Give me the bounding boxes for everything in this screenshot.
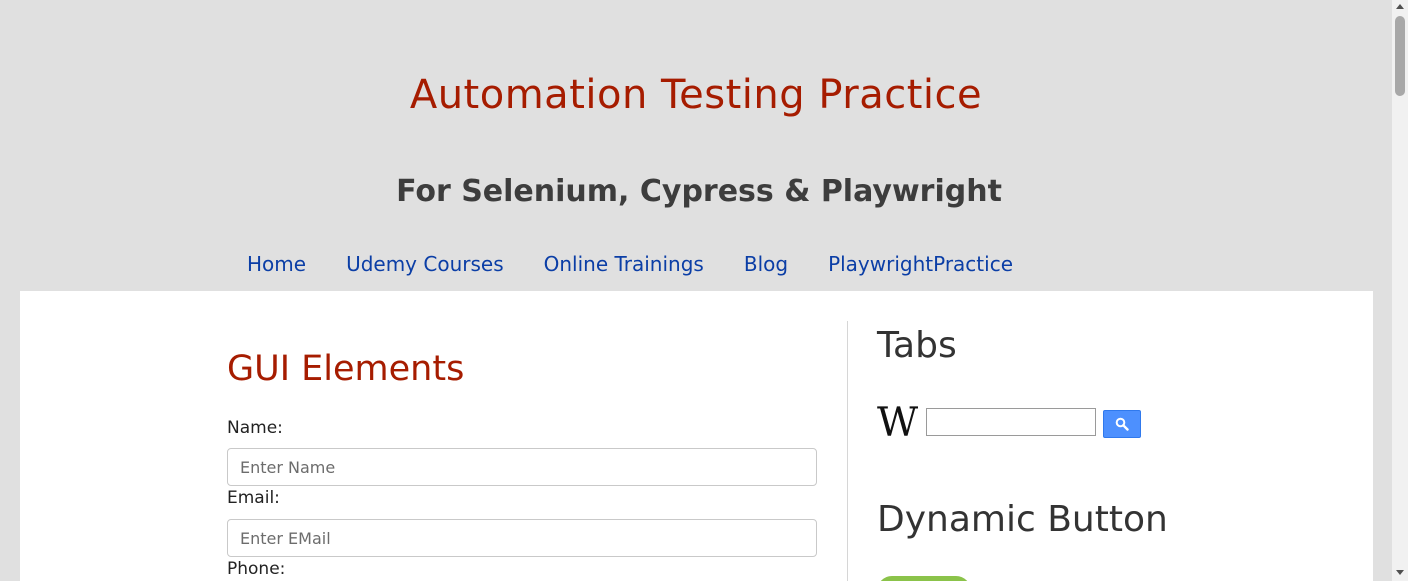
wikipedia-search-button[interactable] bbox=[1103, 410, 1141, 438]
site-header: Automation Testing Practice For Selenium… bbox=[0, 0, 1392, 291]
page-scrollbar[interactable] bbox=[1392, 0, 1408, 581]
phone-label: Phone: bbox=[227, 559, 286, 579]
dynamic-button-title: Dynamic Button bbox=[877, 499, 1168, 540]
search-icon bbox=[1115, 417, 1129, 431]
scroll-down-arrow-icon[interactable] bbox=[1396, 570, 1404, 575]
nav-home[interactable]: Home bbox=[227, 252, 326, 276]
sidebar: Tabs W Dynamic Button bbox=[877, 291, 1357, 581]
main-column: GUI Elements Name: Email: Phone: bbox=[227, 291, 827, 581]
wikipedia-search-input[interactable] bbox=[926, 408, 1096, 436]
nav-blog[interactable]: Blog bbox=[724, 252, 808, 276]
email-input[interactable] bbox=[227, 519, 817, 557]
nav-udemy-courses[interactable]: Udemy Courses bbox=[326, 252, 524, 276]
nav-playwright-practice[interactable]: PlaywrightPractice bbox=[808, 252, 1033, 276]
dynamic-button[interactable] bbox=[877, 576, 971, 581]
site-title: Automation Testing Practice bbox=[409, 72, 983, 118]
scroll-up-arrow-icon[interactable] bbox=[1396, 4, 1404, 9]
tabs-title: Tabs bbox=[877, 325, 957, 366]
nav-online-trainings[interactable]: Online Trainings bbox=[524, 252, 724, 276]
wikipedia-logo-icon: W bbox=[877, 400, 919, 446]
site-subtitle: For Selenium, Cypress & Playwright bbox=[396, 174, 1002, 209]
email-label: Email: bbox=[227, 488, 280, 508]
name-input[interactable] bbox=[227, 448, 817, 486]
scroll-thumb[interactable] bbox=[1395, 16, 1405, 96]
name-label: Name: bbox=[227, 418, 283, 438]
section-title: GUI Elements bbox=[227, 349, 465, 389]
column-divider bbox=[847, 321, 848, 581]
main-nav: Home Udemy Courses Online Trainings Blog… bbox=[227, 252, 1033, 276]
content-area: GUI Elements Name: Email: Phone: Tabs W … bbox=[20, 291, 1373, 581]
